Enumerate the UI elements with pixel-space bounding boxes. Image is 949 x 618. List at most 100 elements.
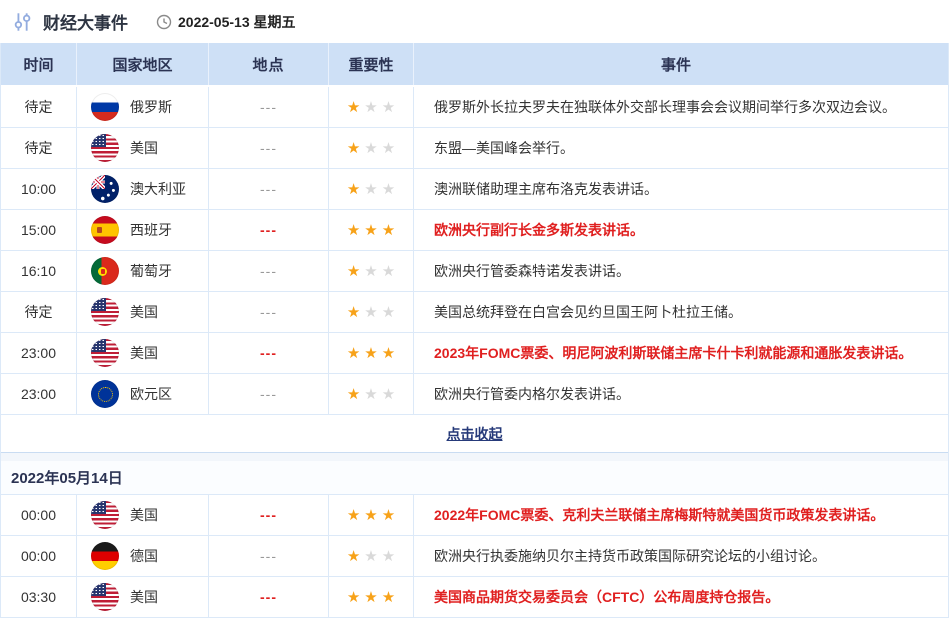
importance-stars: ★ ★ ★ — [328, 169, 413, 209]
star-filled-icon: ★ — [364, 590, 377, 605]
star-empty-icon: ★ — [364, 549, 377, 564]
importance-stars: ★★★ — [328, 87, 413, 127]
event-time: 待定 — [1, 128, 76, 168]
event-country-cell: 澳大利亚 — [76, 169, 208, 209]
importance-stars: ★ ★ ★ — [328, 128, 413, 168]
event-country-cell: 欧元区 — [76, 374, 208, 414]
country-name: 德国 — [130, 546, 158, 566]
current-date: 2022-05-13 星期五 — [156, 12, 296, 32]
date-band: 2022年05月14日 — [1, 461, 948, 495]
event-description: 欧洲央行执委施纳贝尔主持货币政策国际研究论坛的小组讨论。 — [413, 536, 948, 576]
star-empty-icon: ★ — [382, 141, 395, 156]
column-header-location: 地点 — [208, 43, 328, 85]
event-location: --- — [208, 169, 328, 209]
star-filled-icon: ★ — [347, 223, 360, 238]
page-title: 财经大事件 — [43, 9, 128, 34]
event-country-cell: 美国 — [76, 292, 208, 332]
event-description: 欧洲央行管委森特诺发表讲话。 — [413, 251, 948, 291]
event-country-cell: 葡萄牙 — [76, 251, 208, 291]
event-time: 15:00 — [1, 210, 76, 250]
event-row: 23:00 欧元区 --- ★★★ 欧洲央行管委内格尔发表讲话。 — [1, 374, 948, 415]
event-location: --- — [208, 128, 328, 168]
star-filled-icon: ★ — [347, 346, 360, 361]
event-country-cell: 美国 — [76, 128, 208, 168]
star-empty-icon: ★ — [364, 182, 377, 197]
star-filled-icon: ★ — [382, 590, 395, 605]
star-filled-icon: ★ — [347, 141, 360, 156]
event-description: 东盟—美国峰会举行。 — [413, 128, 948, 168]
importance-stars: ★★★ — [328, 251, 413, 291]
table-header-row: 时间 国家地区 地点 重要性 事件 — [1, 43, 948, 87]
star-empty-icon: ★ — [364, 141, 377, 156]
country-name: 葡萄牙 — [130, 261, 172, 281]
importance-stars: ★★★ — [328, 374, 413, 414]
event-time: 23:00 — [1, 374, 76, 414]
event-time: 16:10 — [1, 251, 76, 291]
importance-stars: ★★★ — [328, 210, 413, 250]
event-row: 16:10 葡萄牙 --- ★★★ 欧洲央行管委森特诺发表讲话。 — [1, 251, 948, 292]
event-location: --- — [208, 577, 328, 617]
star-empty-icon: ★ — [382, 182, 395, 197]
collapse-link[interactable]: 点击收起 — [447, 424, 503, 444]
importance-stars: ★ ★ ★ — [328, 577, 413, 617]
star-filled-icon: ★ — [347, 387, 360, 402]
star-filled-icon: ★ — [347, 264, 360, 279]
event-country-cell: 美国 — [76, 577, 208, 617]
germany-flag-icon — [91, 542, 119, 570]
event-time: 10:00 — [1, 169, 76, 209]
column-header-event: 事件 — [413, 43, 948, 85]
event-row: 10:00 澳大利亚 --- ★ ★ ★ 澳洲联储助理主席布洛克发表讲话。 — [1, 169, 948, 210]
event-time: 00:00 — [1, 536, 76, 576]
country-name: 美国 — [130, 343, 158, 363]
current-date-label: 2022-05-13 星期五 — [178, 12, 296, 32]
event-time: 00:00 — [1, 495, 76, 535]
topbar: 财经大事件 2022-05-13 星期五 — [0, 0, 949, 43]
event-time: 待定 — [1, 87, 76, 127]
star-filled-icon: ★ — [347, 305, 360, 320]
events-table: 时间 国家地区 地点 重要性 事件 待定 俄罗斯 --- ★ ★ ★ 俄罗斯外长拉夫… — [0, 43, 949, 618]
importance-stars: ★★★ — [328, 495, 413, 535]
star-filled-icon: ★ — [364, 223, 377, 238]
country-name: 澳大利亚 — [130, 179, 186, 199]
country-name: 俄罗斯 — [130, 97, 172, 117]
star-empty-icon: ★ — [364, 387, 377, 402]
sliders-icon — [12, 11, 34, 33]
event-description: 欧洲央行管委内格尔发表讲话。 — [413, 374, 948, 414]
event-row: 00:00 德国 --- ★★★ 欧洲央行执委施纳贝尔主持货币政策国际研究论坛的… — [1, 536, 948, 577]
star-filled-icon: ★ — [364, 508, 377, 523]
star-empty-icon: ★ — [364, 264, 377, 279]
russia-flag-icon — [91, 93, 119, 121]
importance-stars: ★★★ — [328, 536, 413, 576]
event-location: --- — [208, 210, 328, 250]
star-empty-icon: ★ — [382, 100, 395, 115]
event-description: 澳洲联储助理主席布洛克发表讲话。 — [413, 169, 948, 209]
event-time: 03:30 — [1, 577, 76, 617]
event-description: 美国商品期货交易委员会（CFTC）公布周度持仓报告。 — [413, 577, 948, 617]
event-location: --- — [208, 374, 328, 414]
star-filled-icon: ★ — [347, 508, 360, 523]
usa-flag-icon — [91, 339, 119, 367]
event-row: 15:00 西班牙 --- ★★★ 欧洲央行副行长金多斯发表讲话。 — [1, 210, 948, 251]
eu-flag-icon — [91, 380, 119, 408]
events-section-may13: 待定 俄罗斯 --- ★ ★ ★ 俄罗斯外长拉夫罗夫在独联体外交部长理事会会议期间举… — [1, 87, 948, 415]
event-row: 23:00 美国 --- ★★★ 2023年FOMC票委、明尼阿波利斯联储主席卡… — [1, 333, 948, 374]
star-filled-icon: ★ — [364, 346, 377, 361]
country-name: 西班牙 — [130, 220, 172, 240]
usa-flag-icon — [91, 298, 119, 326]
event-row: 00:00 美国 --- ★★★ 2022年FOMC票委、克利夫兰联储主席梅斯特… — [1, 495, 948, 536]
star-empty-icon: ★ — [382, 305, 395, 320]
star-filled-icon: ★ — [347, 590, 360, 605]
event-description: 俄罗斯外长拉夫罗夫在独联体外交部长理事会会议期间举行多次双边会议。 — [413, 87, 948, 127]
event-description: 2023年FOMC票委、明尼阿波利斯联储主席卡什卡利就能源和通胀发表讲话。 — [413, 333, 948, 373]
event-country-cell: 美国 — [76, 333, 208, 373]
importance-stars: ★★★ — [328, 292, 413, 332]
event-time: 待定 — [1, 292, 76, 332]
country-name: 欧元区 — [130, 384, 172, 404]
star-empty-icon: ★ — [364, 100, 377, 115]
events-section-may14: 00:00 美国 --- ★★★ 2022年FOMC票委、克利夫兰联储主席梅斯特… — [1, 495, 948, 618]
star-empty-icon: ★ — [382, 549, 395, 564]
star-filled-icon: ★ — [347, 182, 360, 197]
usa-flag-icon — [91, 501, 119, 529]
event-description: 美国总统拜登在白宫会见约旦国王阿卜杜拉王储。 — [413, 292, 948, 332]
event-country-cell: 俄罗斯 — [76, 87, 208, 127]
